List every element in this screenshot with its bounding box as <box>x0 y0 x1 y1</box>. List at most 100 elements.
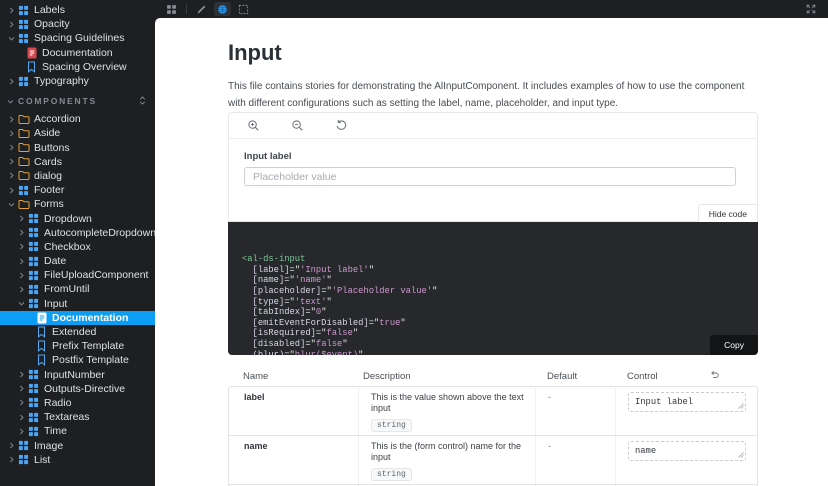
chevron-down-icon[interactable] <box>16 300 26 307</box>
code-block: <al-ds-input [label]="'Input label'" [na… <box>228 222 758 355</box>
zoom-reset-icon[interactable] <box>334 119 348 133</box>
sidebar-item-label: Postfix Template <box>52 354 129 367</box>
fullscreen-icon[interactable] <box>802 2 819 16</box>
sidebar-section-header[interactable]: COMPONENTS <box>0 94 155 108</box>
component-icon <box>17 33 30 44</box>
chevron-right-icon[interactable] <box>16 243 26 250</box>
chevron-right-icon[interactable] <box>6 172 16 179</box>
sidebar-item-forms[interactable]: Forms <box>0 197 155 211</box>
args-table-rows: label This is the value shown above the t… <box>228 386 758 486</box>
chevron-right-icon[interactable] <box>6 21 16 28</box>
arg-type-badge: string <box>371 468 412 481</box>
sidebar-item-radio[interactable]: Radio <box>0 396 155 410</box>
chevron-right-icon[interactable] <box>16 371 26 378</box>
demo-input-label: Input label <box>244 151 292 162</box>
column-header-description: Description <box>363 371 411 382</box>
chevron-down-icon[interactable] <box>6 35 16 42</box>
chevron-right-icon[interactable] <box>16 385 26 392</box>
sidebar-item-autocompletedropdown[interactable]: AutocompleteDropdown <box>0 226 155 240</box>
chevron-right-icon[interactable] <box>16 215 26 222</box>
sidebar-item-label: Textareas <box>44 411 90 424</box>
sidebar-item-documentation[interactable]: Documentation <box>0 46 155 60</box>
args-table-header: Name Description Default Control <box>228 368 758 385</box>
sidebar-item-dropdown[interactable]: Dropdown <box>0 211 155 225</box>
chevron-right-icon[interactable] <box>16 258 26 265</box>
copy-button[interactable]: Copy <box>710 335 758 355</box>
sidebar-item-label: Input <box>44 297 68 310</box>
chevron-right-icon[interactable] <box>6 7 16 14</box>
grid-menu-button[interactable] <box>163 2 180 16</box>
code-line: (blur)="blur($event)" <box>242 349 364 355</box>
sidebar-item-list[interactable]: List <box>0 453 155 467</box>
arg-control-input[interactable]: Input label <box>628 392 746 412</box>
sidebar-item-spacing-overview[interactable]: Spacing Overview <box>0 60 155 74</box>
sidebar-item-fromuntil[interactable]: FromUntil <box>0 282 155 296</box>
story-preview: Input label <box>228 112 758 222</box>
sidebar-item-label: Documentation <box>42 46 113 59</box>
chevron-right-icon[interactable] <box>16 272 26 279</box>
zoom-out-icon[interactable] <box>290 119 304 133</box>
sidebar-item-typography[interactable]: Typography <box>0 74 155 88</box>
table-row: label This is the value shown above the t… <box>229 387 757 436</box>
sidebar-item-label: Time <box>44 425 67 438</box>
brush-icon[interactable] <box>193 2 210 16</box>
chevron-right-icon[interactable] <box>16 414 26 421</box>
sidebar-item-input[interactable]: Input <box>0 297 155 311</box>
sidebar-item-textareas[interactable]: Textareas <box>0 410 155 424</box>
sidebar-item-date[interactable]: Date <box>0 254 155 268</box>
chevron-down-icon[interactable] <box>6 201 16 208</box>
code-line: [isRequired]="false" <box>242 328 359 339</box>
arg-description: This is the value shown above the text i… <box>371 392 524 413</box>
sidebar-item-inputnumber[interactable]: InputNumber <box>0 368 155 382</box>
chevron-right-icon[interactable] <box>6 116 16 123</box>
doc-white-icon <box>35 312 48 324</box>
chevron-right-icon[interactable] <box>16 286 26 293</box>
sidebar-item-footer[interactable]: Footer <box>0 183 155 197</box>
outline-icon[interactable] <box>235 2 252 16</box>
sidebar-item-time[interactable]: Time <box>0 424 155 438</box>
sidebar-item-dialog[interactable]: dialog <box>0 169 155 183</box>
sidebar-item-extended[interactable]: Extended <box>0 325 155 339</box>
component-icon <box>27 383 40 394</box>
chevron-right-icon[interactable] <box>16 399 26 406</box>
sidebar-item-fileuploadcomponent[interactable]: FileUploadComponent <box>0 268 155 282</box>
sidebar-item-spacing-guidelines[interactable]: Spacing Guidelines <box>0 31 155 45</box>
sidebar-item-cards[interactable]: Cards <box>0 155 155 169</box>
component-icon <box>27 227 40 238</box>
toolbar-divider <box>186 4 187 14</box>
sidebar-item-buttons[interactable]: Buttons <box>0 141 155 155</box>
sidebar-item-image[interactable]: Image <box>0 438 155 452</box>
chevron-right-icon[interactable] <box>6 78 16 85</box>
sidebar-item-label: Footer <box>34 184 65 197</box>
demo-input[interactable] <box>244 167 736 186</box>
sidebar-item-postfix-template[interactable]: Postfix Template <box>0 353 155 367</box>
sidebar-item-prefix-template[interactable]: Prefix Template <box>0 339 155 353</box>
component-icon <box>27 256 40 267</box>
chevron-right-icon[interactable] <box>16 428 26 435</box>
sidebar-item-accordion[interactable]: Accordion <box>0 112 155 126</box>
bookmark-icon <box>35 340 48 353</box>
sidebar-item-opacity[interactable]: Opacity <box>0 17 155 31</box>
sidebar-item-label: Image <box>34 439 64 452</box>
collapse-all-icon[interactable] <box>138 95 147 108</box>
sidebar-item-documentation[interactable]: Documentation <box>0 310 155 325</box>
zoom-in-icon[interactable] <box>246 119 260 133</box>
sidebar-item-aside[interactable]: Aside <box>0 126 155 140</box>
bookmark-icon <box>35 354 48 367</box>
chevron-right-icon[interactable] <box>6 442 16 449</box>
chevron-right-icon[interactable] <box>16 229 26 236</box>
sidebar-item-label: Opacity <box>34 18 70 31</box>
reset-controls-icon[interactable] <box>709 370 720 383</box>
chevron-right-icon[interactable] <box>6 158 16 165</box>
arg-control-input[interactable]: name <box>628 441 746 461</box>
globe-icon[interactable] <box>214 2 231 16</box>
sidebar-item-checkbox[interactable]: Checkbox <box>0 240 155 254</box>
chevron-right-icon[interactable] <box>6 130 16 137</box>
section-header-label: COMPONENTS <box>18 96 97 107</box>
chevron-right-icon[interactable] <box>6 187 16 194</box>
chevron-right-icon[interactable] <box>6 456 16 463</box>
chevron-right-icon[interactable] <box>6 144 16 151</box>
sidebar-item-labels[interactable]: Labels <box>0 3 155 17</box>
hide-code-button[interactable]: Hide code <box>697 204 758 222</box>
sidebar-item-outputs-directive[interactable]: Outputs-Directive <box>0 382 155 396</box>
